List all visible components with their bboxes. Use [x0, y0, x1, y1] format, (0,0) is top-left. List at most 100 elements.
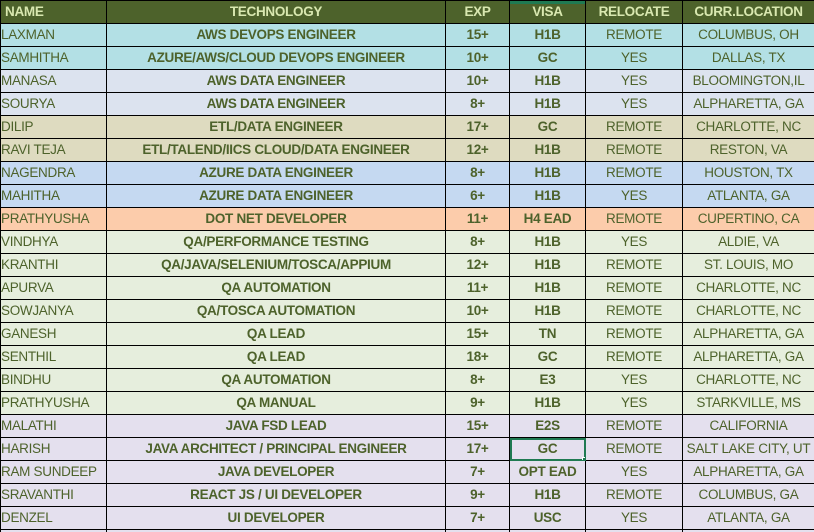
cell-technology[interactable]: QA MANUAL	[106, 391, 446, 415]
cell-exp[interactable]: 15+	[445, 23, 510, 47]
cell-exp[interactable]: 6+	[445, 184, 510, 208]
cell-name[interactable]: MANASA	[0, 69, 107, 93]
cell-technology[interactable]: UI DEVELOPER	[106, 506, 446, 530]
cell-exp[interactable]: 8+	[445, 92, 510, 116]
cell-relocate[interactable]: REMOTE	[585, 483, 683, 507]
cell-exp[interactable]: 9+	[445, 391, 510, 415]
cell-name[interactable]: GANESH	[0, 322, 107, 346]
cell-technology[interactable]: QA LEAD	[106, 345, 446, 369]
cell-visa[interactable]: H1B	[509, 230, 586, 254]
cell-exp[interactable]: 15+	[445, 322, 510, 346]
cell-name[interactable]: DENZEL	[0, 506, 107, 530]
cell-location[interactable]: RESTON, VA	[682, 138, 814, 162]
cell-name[interactable]: NAGENDRA	[0, 161, 107, 185]
cell-exp[interactable]: 10+	[445, 69, 510, 93]
cell-technology[interactable]: AZURE DATA ENGINEER	[106, 161, 446, 185]
cell-location[interactable]: ALPHARETTA, GA	[682, 92, 814, 116]
cell-technology[interactable]: ETL/TALEND/IICS CLOUD/DATA ENGINEER	[106, 138, 446, 162]
cell-location[interactable]: BLOOMINGTON,IL	[682, 69, 814, 93]
cell-exp[interactable]: 12+	[445, 138, 510, 162]
cell-visa[interactable]: H1B	[509, 184, 586, 208]
cell-location[interactable]: HOUSTON, TX	[682, 161, 814, 185]
cell-name[interactable]: SRAVANTHI	[0, 483, 107, 507]
cell-name[interactable]: MALATHI	[0, 414, 107, 438]
cell-technology[interactable]: QA LEAD	[106, 322, 446, 346]
cell-technology[interactable]: AZURE DATA ENGINEER	[106, 184, 446, 208]
column-header-visa[interactable]: VISA	[509, 0, 586, 24]
cell-visa[interactable]: GC	[509, 437, 586, 461]
column-header-technology[interactable]: TECHNOLOGY	[106, 0, 446, 24]
cell-exp[interactable]: 8+	[445, 161, 510, 185]
cell-visa[interactable]: H1B	[509, 299, 586, 323]
cell-technology[interactable]: AZURE/AWS/CLOUD DEVOPS ENGINEER	[106, 46, 446, 70]
cell-name[interactable]: SOWJANYA	[0, 299, 107, 323]
cell-name[interactable]: BINDHU	[0, 368, 107, 392]
cell-technology[interactable]: AWS DATA ENGINEER	[106, 92, 446, 116]
cell-location[interactable]: ATLANTA, GA	[682, 506, 814, 530]
cell-technology[interactable]: QA AUTOMATION	[106, 276, 446, 300]
cell-location[interactable]: STARKVILLE, MS	[682, 391, 814, 415]
cell-name[interactable]: APURVA	[0, 276, 107, 300]
column-header-name[interactable]: NAME	[0, 0, 107, 24]
cell-relocate[interactable]: REMOTE	[585, 345, 683, 369]
cell-visa[interactable]: H1B	[509, 92, 586, 116]
cell-location[interactable]: ATLANTA, GA	[682, 184, 814, 208]
cell-location[interactable]: COLUMBUS, GA	[682, 483, 814, 507]
cell-technology[interactable]: QA AUTOMATION	[106, 368, 446, 392]
cell-location[interactable]: ALPHARETTA, GA	[682, 345, 814, 369]
cell-relocate[interactable]: REMOTE	[585, 299, 683, 323]
cell-exp[interactable]: 7+	[445, 460, 510, 484]
cell-visa[interactable]: H1B	[509, 161, 586, 185]
cell-exp[interactable]: 17+	[445, 115, 510, 139]
cell-location[interactable]: SALT LAKE CITY, UT	[682, 437, 814, 461]
cell-relocate[interactable]: REMOTE	[585, 414, 683, 438]
cell-name[interactable]: RAM SUNDEEP	[0, 460, 107, 484]
cell-exp[interactable]: 8+	[445, 230, 510, 254]
cell-exp[interactable]: 12+	[445, 253, 510, 277]
cell-technology[interactable]: QA/PERFORMANCE TESTING	[106, 230, 446, 254]
cell-relocate[interactable]: YES	[585, 69, 683, 93]
cell-visa[interactable]: OPT EAD	[509, 460, 586, 484]
cell-technology[interactable]: QA/TOSCA AUTOMATION	[106, 299, 446, 323]
cell-location[interactable]: ALDIE, VA	[682, 230, 814, 254]
cell-visa[interactable]: H1B	[509, 253, 586, 277]
column-header-exp[interactable]: EXP	[445, 0, 510, 24]
cell-name[interactable]: VINDHYA	[0, 230, 107, 254]
cell-name[interactable]: SENTHIL	[0, 345, 107, 369]
cell-location[interactable]: CHARLOTTE, NC	[682, 368, 814, 392]
cell-name[interactable]: KRANTHI	[0, 253, 107, 277]
cell-location[interactable]: CHARLOTTE, NC	[682, 276, 814, 300]
cell-relocate[interactable]: YES	[585, 391, 683, 415]
cell-relocate[interactable]: REMOTE	[585, 23, 683, 47]
cell-exp[interactable]: 10+	[445, 299, 510, 323]
cell-relocate[interactable]: REMOTE	[585, 138, 683, 162]
cell-exp[interactable]: 15+	[445, 414, 510, 438]
column-header-relocate[interactable]: RELOCATE	[585, 0, 683, 24]
cell-exp[interactable]: 11+	[445, 207, 510, 231]
cell-exp[interactable]: 17+	[445, 437, 510, 461]
cell-visa[interactable]: GC	[509, 345, 586, 369]
cell-technology[interactable]: JAVA DEVELOPER	[106, 460, 446, 484]
cell-visa[interactable]: E2S	[509, 414, 586, 438]
cell-location[interactable]: CUPERTINO, CA	[682, 207, 814, 231]
cell-relocate[interactable]: REMOTE	[585, 115, 683, 139]
cell-visa[interactable]: GC	[509, 115, 586, 139]
cell-name[interactable]: LAXMAN	[0, 23, 107, 47]
cell-visa[interactable]: GC	[509, 46, 586, 70]
cell-relocate[interactable]: REMOTE	[585, 276, 683, 300]
cell-visa[interactable]: H1B	[509, 276, 586, 300]
fill-handle[interactable]	[582, 457, 585, 460]
cell-visa[interactable]: H1B	[509, 69, 586, 93]
cell-technology[interactable]: ETL/DATA ENGINEER	[106, 115, 446, 139]
cell-exp[interactable]: 10+	[445, 46, 510, 70]
cell-visa[interactable]: H1B	[509, 23, 586, 47]
cell-location[interactable]: DALLAS, TX	[682, 46, 814, 70]
column-header-curr-location[interactable]: CURR.LOCATION	[682, 0, 814, 24]
cell-visa[interactable]: H1B	[509, 138, 586, 162]
cell-location[interactable]: ST. LOUIS, MO	[682, 253, 814, 277]
cell-relocate[interactable]: YES	[585, 368, 683, 392]
cell-name[interactable]: HARISH	[0, 437, 107, 461]
cell-technology[interactable]: QA/JAVA/SELENIUM/TOSCA/APPIUM	[106, 253, 446, 277]
cell-exp[interactable]: 7+	[445, 506, 510, 530]
cell-visa[interactable]: E3	[509, 368, 586, 392]
